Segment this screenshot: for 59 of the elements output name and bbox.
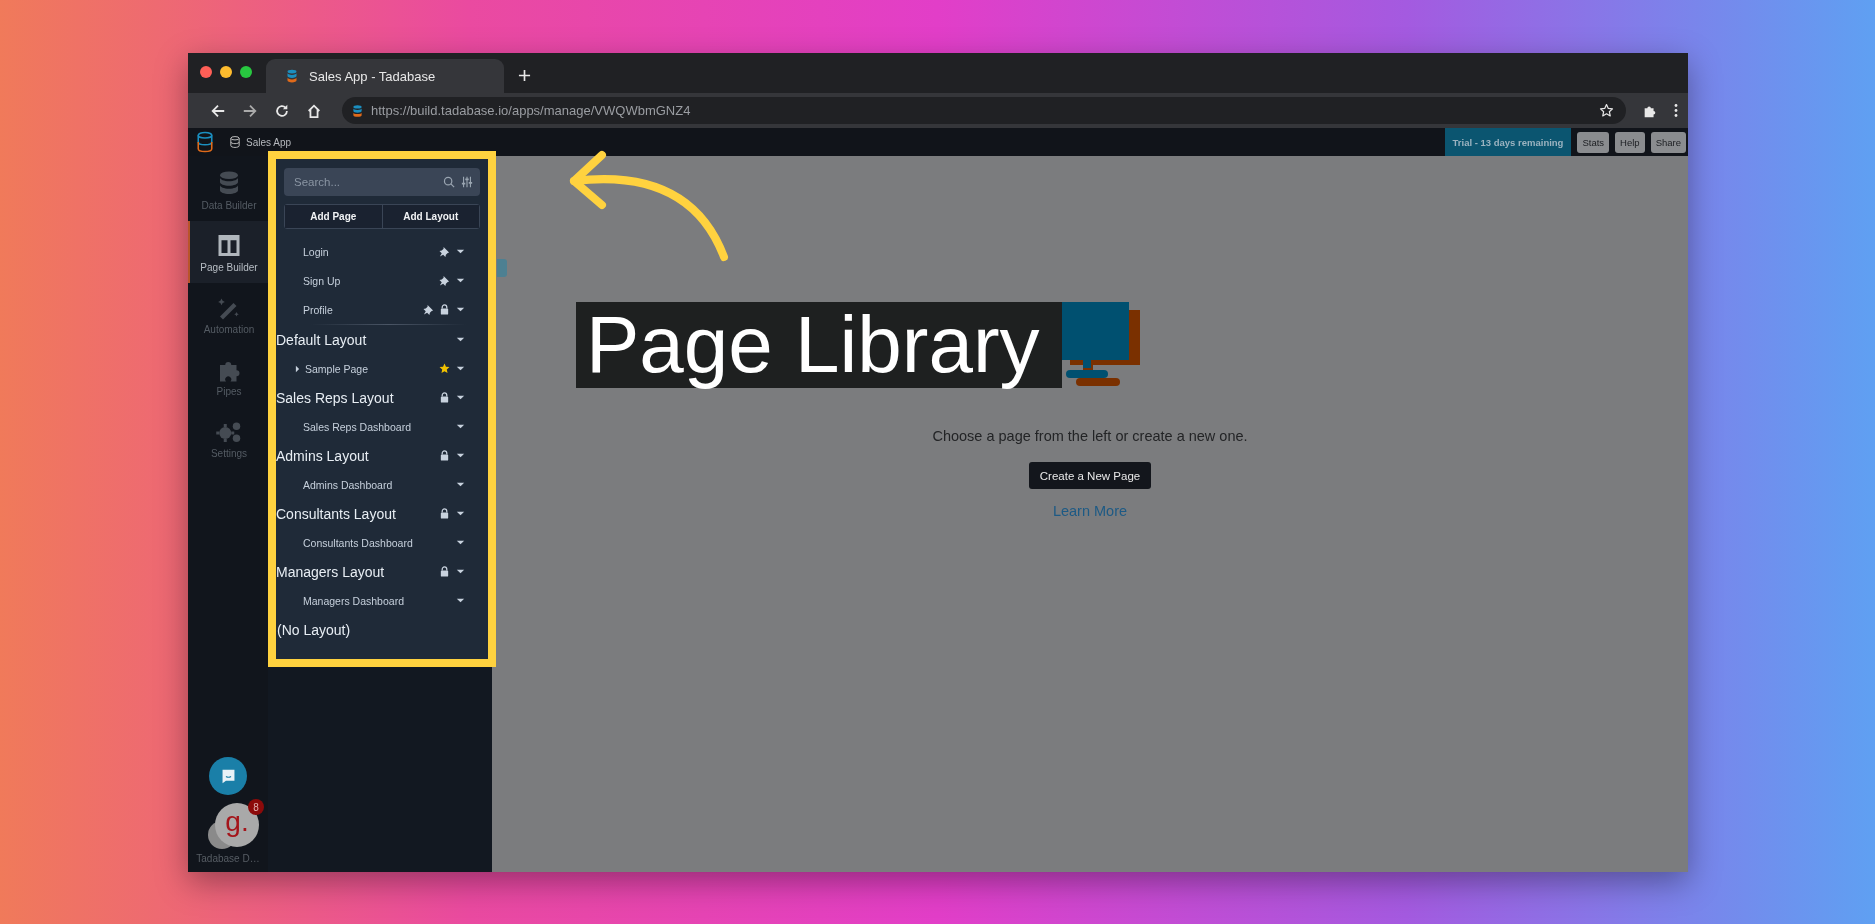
empty-state-message: Choose a page from the left or create a new one. [932, 428, 1248, 444]
nav-item[interactable]: Page Builder [188, 221, 268, 283]
app-name[interactable]: Sales App [246, 136, 292, 148]
database-icon [286, 69, 298, 83]
forward-icon[interactable] [242, 102, 258, 119]
search-field[interactable]: Search... [284, 168, 480, 196]
add-button[interactable]: Add Layout [381, 205, 479, 228]
layout-heading[interactable]: (No Layout) [277, 622, 351, 638]
pin-icon[interactable] [439, 275, 450, 286]
browser-tab[interactable]: Sales App - Tadabase [266, 59, 504, 93]
page-item[interactable]: Profile [303, 303, 418, 316]
maximize-window-icon[interactable] [240, 66, 252, 78]
filter-sliders-icon[interactable] [461, 176, 473, 188]
minimize-window-icon[interactable] [220, 66, 232, 78]
new-tab-icon[interactable] [518, 69, 531, 82]
toolbar-button[interactable]: Share [1650, 131, 1686, 153]
search-icon[interactable] [443, 176, 455, 188]
page-item[interactable]: Admins Dashboard [303, 478, 450, 491]
chat-button[interactable] [209, 757, 247, 795]
address-bar[interactable]: https://build.tadabase.io/apps/manage/VWQWbmGNZ4 [342, 97, 1626, 124]
toolbar-button[interactable]: Help [1615, 131, 1645, 153]
layout-heading[interactable]: Sales Reps Layout [276, 389, 434, 406]
create-page-button[interactable]: Create a New Page [1028, 462, 1152, 489]
lock-icon[interactable] [439, 304, 450, 315]
add-button[interactable]: Add Page [285, 205, 382, 228]
layout-heading[interactable]: Default Layout [276, 331, 450, 348]
expand-arrow-icon[interactable] [295, 364, 300, 373]
tab-title: Sales App - Tadabase [309, 68, 436, 84]
page-item[interactable]: Sign Up [303, 274, 434, 287]
star-icon[interactable] [439, 363, 450, 374]
layout-heading[interactable]: Consultants Layout [276, 505, 434, 522]
back-icon[interactable] [210, 102, 226, 119]
logo-icon[interactable] [196, 131, 214, 153]
trial-banner[interactable]: Trial - 13 days remaining [1444, 128, 1572, 156]
close-window-icon[interactable] [200, 66, 212, 78]
page-item[interactable]: Login [303, 245, 434, 258]
pin-icon[interactable] [423, 304, 434, 315]
url-text: https://build.tadabase.io/apps/manage/VWQWbmGNZ4 [371, 103, 692, 118]
database-icon [230, 136, 240, 148]
lock-icon[interactable] [439, 508, 450, 519]
lock-icon[interactable] [439, 566, 450, 577]
database-icon [352, 103, 363, 118]
lock-icon[interactable] [439, 450, 450, 461]
notification-badge: 8 [248, 799, 264, 815]
callout-title: Page Library [576, 302, 1062, 388]
page-item[interactable]: Managers Dashboard [303, 594, 450, 607]
home-icon[interactable] [306, 102, 322, 119]
pin-icon[interactable] [439, 246, 450, 257]
toolbar-button[interactable]: Stats [1577, 131, 1610, 153]
menu-icon[interactable] [1674, 103, 1678, 118]
page-item[interactable]: Sales Reps Dashboard [303, 420, 450, 433]
page-item[interactable]: Consultants Dashboard [303, 536, 450, 549]
page-item[interactable]: Sample Page [305, 362, 434, 375]
bookmark-star-icon[interactable] [1599, 103, 1614, 118]
reload-icon[interactable] [274, 102, 290, 119]
layout-heading[interactable]: Managers Layout [276, 563, 434, 580]
expand-handle[interactable] [497, 259, 507, 277]
layout-heading[interactable]: Admins Layout [276, 447, 434, 464]
lock-icon[interactable] [439, 392, 450, 403]
